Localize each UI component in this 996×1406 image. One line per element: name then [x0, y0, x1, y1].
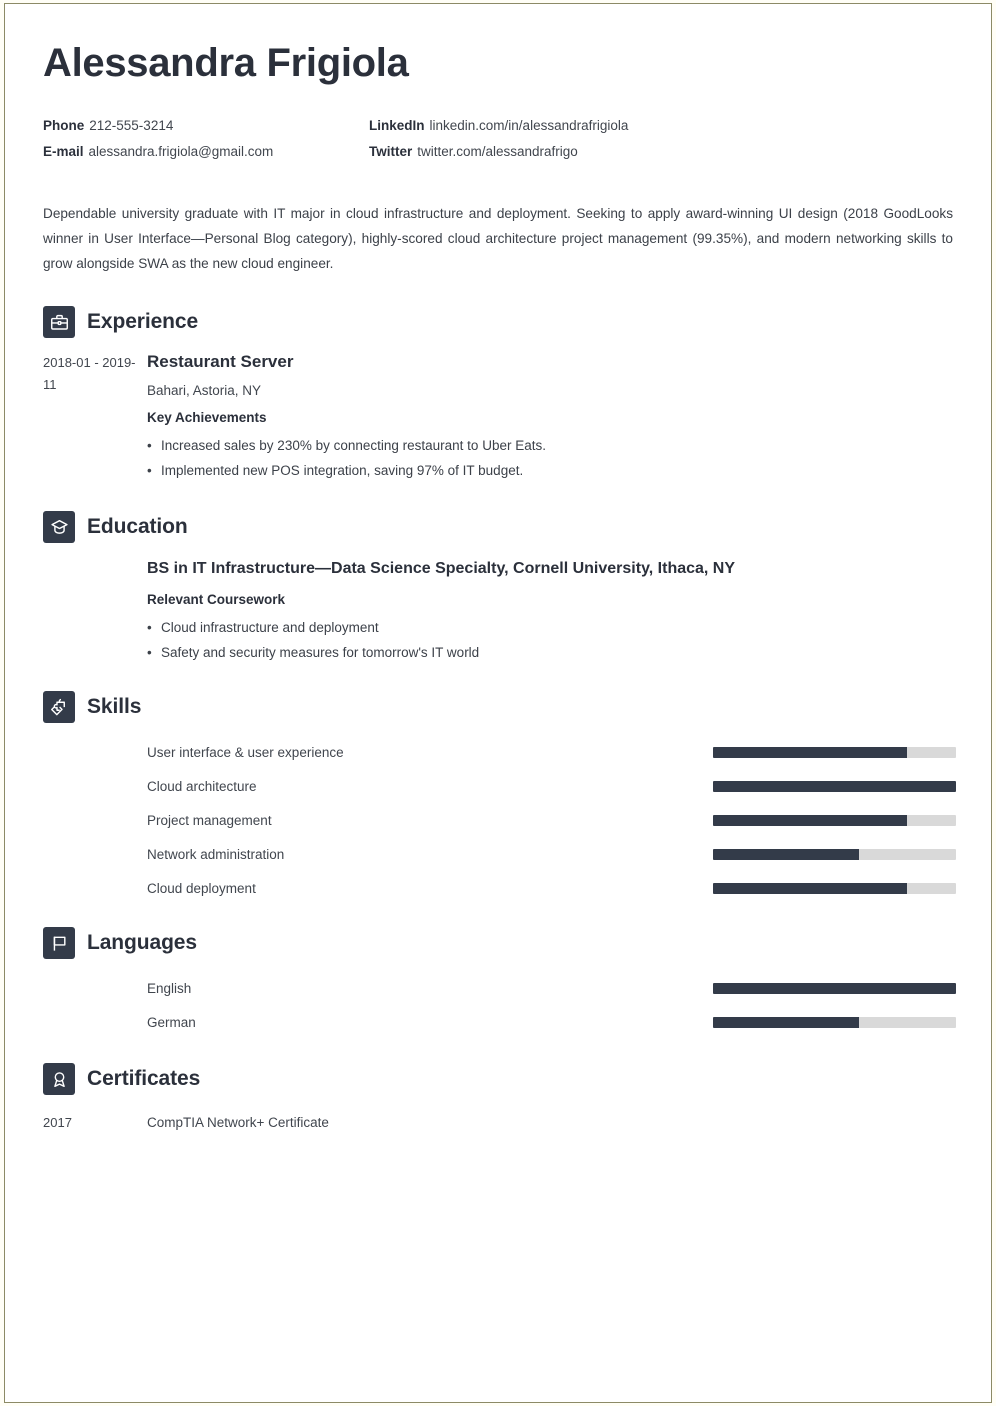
contact-label-phone: Phone: [43, 118, 85, 133]
section-title-education: Education: [87, 515, 188, 538]
certificate-date: 2017: [43, 1114, 72, 1130]
contact-value-linkedin[interactable]: linkedin.com/in/alessandrafrigiola: [430, 118, 629, 133]
contact-phone: Phone 212-555-3214: [43, 118, 369, 133]
certificate-row: 2017 CompTIA Network+ Certificate: [43, 1107, 953, 1137]
section-education: Education BS in IT Infrastructure—Data S…: [43, 511, 953, 665]
skill-level-bar: [713, 746, 956, 758]
skills-list: User interface & user experience Cloud a…: [43, 735, 956, 905]
experience-details: Restaurant Server Bahari, Astoria, NY Ke…: [147, 350, 953, 483]
experience-entry: 2018-01 - 2019-11 Restaurant Server Baha…: [43, 350, 953, 483]
skill-label: Cloud architecture: [147, 778, 257, 794]
list-item: Safety and security measures for tomorro…: [147, 640, 953, 665]
section-header-experience: Experience: [43, 306, 953, 338]
skill-label: Network administration: [147, 846, 285, 862]
skill-row: Cloud deployment: [43, 871, 956, 905]
contact-label-twitter: Twitter: [369, 144, 413, 159]
certificate-name: CompTIA Network+ Certificate: [147, 1114, 329, 1130]
skill-level-bar: [713, 814, 956, 826]
certificates-list: 2017 CompTIA Network+ Certificate: [43, 1107, 953, 1137]
education-bullet-list: Cloud infrastructure and deployment Safe…: [147, 615, 953, 665]
section-skills: Skills User interface & user experience …: [43, 691, 956, 905]
skill-row: Cloud architecture: [43, 769, 956, 803]
section-title-experience: Experience: [87, 310, 199, 333]
list-item: Cloud infrastructure and deployment: [147, 615, 953, 640]
experience-company: Bahari, Astoria, NY: [147, 383, 262, 398]
language-row: English: [43, 971, 956, 1005]
section-title-languages: Languages: [87, 931, 197, 954]
education-degree: BS in IT Infrastructure—Data Science Spe…: [147, 560, 736, 577]
section-experience: Experience 2018-01 - 2019-11 Restaurant …: [43, 306, 953, 483]
language-row: German: [43, 1005, 956, 1039]
contact-info: Phone 212-555-3214 LinkedIn linkedin.com/i…: [43, 118, 953, 159]
resume-page: Alessandra Frigiola Phone 212-555-3214 Li…: [4, 3, 992, 1403]
skill-row: User interface & user experience: [43, 735, 956, 769]
section-header-languages: Languages: [43, 927, 953, 959]
contact-value-email[interactable]: alessandra.frigiola@gmail.com: [89, 144, 274, 159]
language-label: English: [147, 980, 192, 996]
professional-summary: Dependable university graduate with IT m…: [43, 206, 953, 271]
contact-value-twitter[interactable]: twitter.com/alessandrafrigo: [417, 144, 578, 159]
briefcase-icon: [43, 306, 75, 338]
skill-label: Cloud deployment: [147, 880, 256, 896]
skill-level-bar: [713, 848, 956, 860]
skill-level-bar: [713, 882, 956, 894]
section-header-skills: Skills: [43, 691, 953, 723]
experience-subhead: Key Achievements: [147, 410, 267, 425]
education-subhead: Relevant Coursework: [147, 592, 286, 607]
graduation-cap-icon: [43, 511, 75, 543]
contact-label-linkedin: LinkedIn: [369, 118, 425, 133]
skill-row: Network administration: [43, 837, 956, 871]
page-title: Alessandra Frigiola: [43, 41, 409, 85]
education-date: [43, 557, 147, 665]
section-header-education: Education: [43, 511, 953, 543]
flag-icon: [43, 927, 75, 959]
education-entry: BS in IT Infrastructure—Data Science Spe…: [43, 557, 953, 665]
contact-twitter[interactable]: Twitter twitter.com/alessandrafrigo: [369, 144, 953, 159]
section-languages: Languages English German: [43, 927, 956, 1039]
experience-job-title: Restaurant Server: [147, 352, 294, 371]
award-ribbon-icon: [43, 1063, 75, 1095]
resume-content: Alessandra Frigiola Phone 212-555-3214 Li…: [5, 4, 991, 1137]
education-details: BS in IT Infrastructure—Data Science Spe…: [147, 557, 953, 665]
list-item: Implemented new POS integration, saving …: [147, 458, 953, 483]
section-title-skills: Skills: [87, 695, 142, 718]
contact-label-email: E-mail: [43, 144, 84, 159]
skill-label: Project management: [147, 812, 272, 828]
language-label: German: [147, 1014, 196, 1030]
contact-linkedin[interactable]: LinkedIn linkedin.com/in/alessandrafrigio…: [369, 118, 953, 133]
section-header-certificates: Certificates: [43, 1063, 953, 1095]
list-item: Increased sales by 230% by connecting re…: [147, 433, 953, 458]
experience-bullet-list: Increased sales by 230% by connecting re…: [147, 433, 953, 483]
languages-list: English German: [43, 971, 956, 1039]
section-certificates: Certificates 2017 CompTIA Network+ Certi…: [43, 1063, 953, 1137]
section-title-certificates: Certificates: [87, 1067, 201, 1090]
language-level-bar: [713, 1016, 956, 1028]
language-level-bar: [713, 982, 956, 994]
experience-date: 2018-01 - 2019-11: [43, 355, 136, 392]
contact-value-phone: 212-555-3214: [89, 118, 174, 133]
skill-level-bar: [713, 780, 956, 792]
puzzle-piece-icon: [43, 691, 75, 723]
skill-label: User interface & user experience: [147, 744, 344, 760]
skill-row: Project management: [43, 803, 956, 837]
contact-email[interactable]: E-mail alessandra.frigiola@gmail.com: [43, 144, 369, 159]
